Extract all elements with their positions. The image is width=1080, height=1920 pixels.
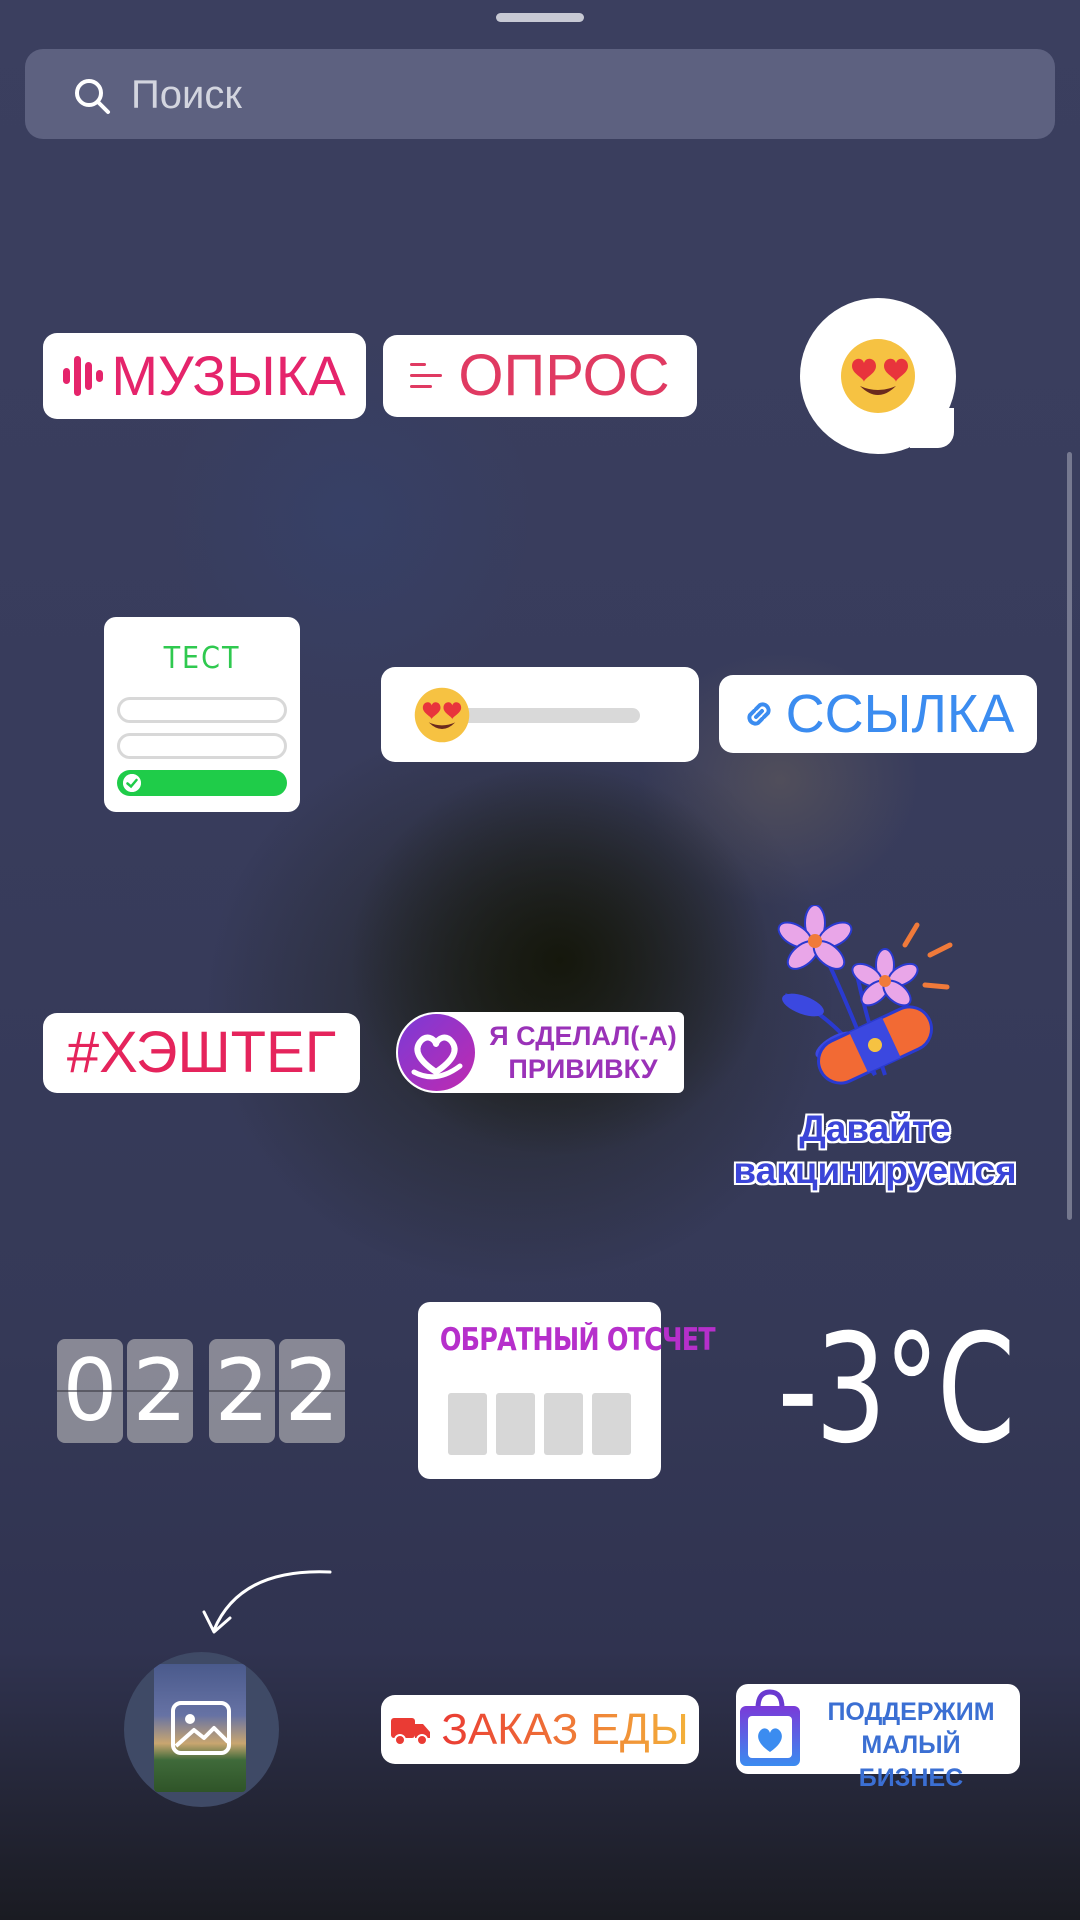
quiz-option	[117, 697, 287, 723]
link-sticker[interactable]: ССЫЛКА	[719, 675, 1037, 753]
poll-sticker[interactable]: ОПРОС	[383, 335, 697, 417]
support-business-line2: МАЛЫЙ БИЗНЕС	[858, 1731, 964, 1792]
temperature-sticker[interactable]: -3°C	[778, 1300, 1016, 1480]
slider-track	[451, 708, 640, 723]
clock-digit: 2	[209, 1339, 275, 1443]
audio-wave-icon	[63, 356, 104, 396]
link-label: ССЫЛКА	[785, 684, 1015, 744]
hashtag-label: #ХЭШТЕГ	[66, 1020, 337, 1085]
support-business-line1: ПОДДЕРЖИМ	[827, 1698, 995, 1726]
poll-lines-icon	[410, 363, 443, 388]
vaccinated-text: Я СДЕЛАЛ(-А) ПРИВИВКУ	[489, 1021, 677, 1084]
music-label: МУЗЫКА	[111, 344, 346, 407]
support-business-sticker[interactable]: ПОДДЕРЖИМ МАЛЫЙ БИЗНЕС	[736, 1684, 1020, 1792]
flower-bouquet-bandage-icon	[777, 905, 953, 1085]
quiz-title: ТЕСТ	[163, 641, 241, 676]
countdown-slot	[496, 1393, 535, 1455]
emoji-slider-sticker[interactable]	[381, 667, 699, 762]
lets-vaccinate-line1: Давайте	[799, 1108, 951, 1149]
search-input[interactable]: Поиск	[131, 73, 242, 117]
clock-digit: 0	[57, 1339, 123, 1443]
heart-eyes-emoji-icon	[841, 339, 915, 413]
hashtag-sticker[interactable]: #ХЭШТЕГ	[43, 1013, 360, 1093]
quiz-sticker[interactable]: ТЕСТ	[104, 617, 300, 812]
shopping-bag-heart-icon	[740, 1689, 800, 1766]
quiz-option	[117, 733, 287, 759]
clock-digit: 2	[127, 1339, 193, 1443]
delivery-truck-icon	[391, 1717, 431, 1746]
search-bar[interactable]: Поиск	[25, 49, 1055, 139]
countdown-slot	[592, 1393, 631, 1455]
heart-eyes-emoji-icon	[414, 687, 470, 743]
link-icon	[747, 702, 771, 726]
sheet-drag-handle[interactable]	[496, 13, 584, 22]
search-icon	[75, 79, 110, 114]
emoji-bubble	[800, 298, 956, 454]
check-icon	[123, 774, 141, 792]
food-order-sticker[interactable]: ЗАКАЗ ЕДЫ	[381, 1695, 699, 1764]
scrollbar[interactable]	[1067, 452, 1072, 1220]
heart-logo-icon	[398, 1014, 475, 1091]
food-order-label: ЗАКАЗ ЕДЫ	[441, 1702, 688, 1758]
countdown-slot	[448, 1393, 487, 1455]
lets-vaccinate-text: Давайте вакцинируемся	[725, 1108, 1025, 1192]
poll-label: ОПРОС	[458, 343, 670, 408]
image-icon	[171, 1701, 231, 1755]
countdown-slot	[544, 1393, 583, 1455]
countdown-sticker[interactable]: ОБРАТНЫЙ ОТСЧЕТ	[418, 1302, 716, 1479]
countdown-title: ОБРАТНЫЙ ОТСЧЕТ	[439, 1322, 716, 1358]
support-business-text: ПОДДЕРЖИМ МАЛЫЙ БИЗНЕС	[806, 1696, 1016, 1795]
vaccinated-sticker[interactable]: Я СДЕЛАЛ(-А) ПРИВИВКУ	[396, 1012, 684, 1093]
lets-vaccinate-line2: вакцинируемся	[733, 1150, 1017, 1191]
quiz-option-correct	[117, 770, 287, 796]
photo-sticker[interactable]	[124, 1652, 279, 1807]
music-sticker[interactable]: МУЗЫКА	[43, 333, 366, 419]
curved-arrow-icon	[202, 1570, 332, 1634]
clock-digit: 2	[279, 1339, 345, 1443]
